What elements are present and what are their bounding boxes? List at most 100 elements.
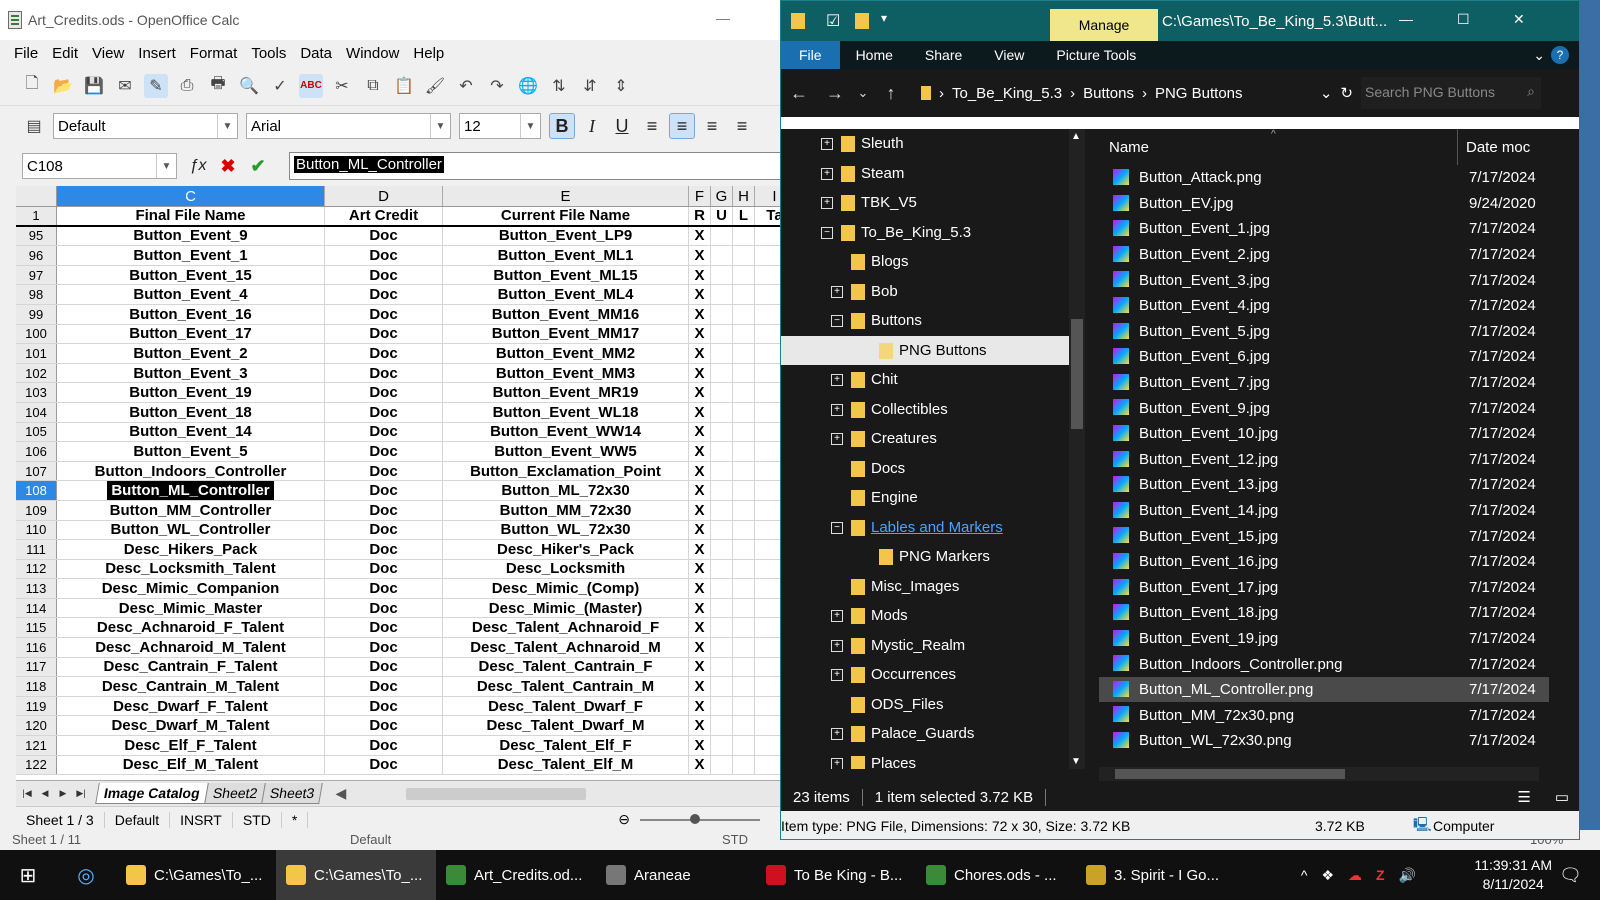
cell[interactable]: Button_ML_72x30: [443, 481, 689, 500]
tree-item[interactable]: + Palace_Guards: [781, 719, 1071, 749]
cell[interactable]: Desc_Dwarf_F_Talent: [57, 696, 325, 716]
cell[interactable]: Desc_Achnaroid_F_Talent: [57, 618, 325, 638]
row-number[interactable]: 119: [16, 696, 57, 716]
expand-icon[interactable]: +: [831, 757, 843, 769]
cell[interactable]: Doc: [325, 285, 443, 304]
cell[interactable]: Button_Event_16: [57, 304, 325, 324]
recent-locations-icon[interactable]: ⌄: [853, 85, 873, 101]
tree-item[interactable]: + Collectibles: [781, 395, 1071, 425]
help-icon[interactable]: ?: [1551, 46, 1569, 64]
expand-icon[interactable]: +: [821, 138, 833, 150]
cell[interactable]: Button_Event_9: [57, 226, 325, 246]
tree-item[interactable]: − Buttons: [781, 306, 1071, 336]
tree-item[interactable]: Blogs: [781, 247, 1071, 277]
ribbon-expand-icon[interactable]: ⌄: [1527, 47, 1551, 64]
menu-window[interactable]: Window: [339, 45, 406, 62]
cell[interactable]: [733, 716, 755, 736]
row-number[interactable]: 103: [16, 383, 57, 402]
tree-item[interactable]: Engine: [781, 483, 1071, 513]
menu-data[interactable]: Data: [293, 45, 339, 62]
cell[interactable]: X: [689, 246, 711, 265]
expand-icon[interactable]: +: [831, 374, 843, 386]
cell[interactable]: [711, 716, 733, 736]
cell[interactable]: Doc: [325, 402, 443, 422]
cell[interactable]: [733, 246, 755, 265]
notifications-icon[interactable]: 🗨: [1559, 865, 1582, 886]
cell[interactable]: Button_Event_2: [57, 344, 325, 363]
cell[interactable]: Doc: [325, 461, 443, 481]
tree-item[interactable]: + Chit: [781, 365, 1071, 395]
file-row[interactable]: Button_Event_12.jpg 7/17/2024: [1099, 447, 1549, 473]
tree-item[interactable]: + Mods: [781, 601, 1071, 631]
cell[interactable]: Button_Event_1: [57, 246, 325, 265]
cell[interactable]: [711, 540, 733, 559]
cell[interactable]: [711, 246, 733, 265]
sheet-tab-sheet2[interactable]: Sheet2: [203, 783, 266, 804]
menu-format[interactable]: Format: [183, 45, 245, 62]
cell[interactable]: X: [689, 579, 711, 598]
file-row[interactable]: Button_Event_15.jpg 7/17/2024: [1099, 523, 1549, 549]
cell[interactable]: Doc: [325, 657, 443, 677]
cell[interactable]: Button_Exclamation_Point: [443, 461, 689, 481]
details-view-icon[interactable]: ☰: [1505, 788, 1542, 806]
cell[interactable]: [711, 579, 733, 598]
cell[interactable]: Doc: [325, 696, 443, 716]
refresh-icon[interactable]: ↻: [1340, 84, 1353, 102]
file-row[interactable]: Button_Event_2.jpg 7/17/2024: [1099, 242, 1549, 268]
cell[interactable]: Doc: [325, 755, 443, 775]
cell[interactable]: Desc_Talent_Elf_F: [443, 736, 689, 755]
cell[interactable]: Doc: [325, 618, 443, 638]
file-row[interactable]: Button_Attack.png 7/17/2024: [1099, 165, 1549, 191]
collapse-icon[interactable]: −: [831, 521, 843, 534]
corner-cell[interactable]: [16, 186, 57, 206]
cell[interactable]: Doc: [325, 638, 443, 657]
cell[interactable]: Button_Event_MR19: [443, 383, 689, 402]
row-number[interactable]: 122: [16, 755, 57, 775]
cell[interactable]: [733, 402, 755, 422]
row-number[interactable]: 109: [16, 500, 57, 520]
cell[interactable]: X: [689, 481, 711, 500]
cell[interactable]: [733, 461, 755, 481]
file-row[interactable]: Button_Event_18.jpg 7/17/2024: [1099, 600, 1549, 626]
cell[interactable]: Button_Indoors_Controller: [57, 461, 325, 481]
file-row[interactable]: Button_Event_3.jpg 7/17/2024: [1099, 267, 1549, 293]
ribbon-tab-view[interactable]: View: [978, 47, 1040, 63]
cell[interactable]: Button_Event_5: [57, 442, 325, 461]
chevron-down-icon[interactable]: ▼: [156, 154, 176, 178]
cell[interactable]: Doc: [325, 520, 443, 540]
cell[interactable]: [733, 638, 755, 657]
cell[interactable]: X: [689, 422, 711, 442]
cell[interactable]: R: [689, 207, 711, 225]
cell[interactable]: Button_Event_4: [57, 285, 325, 304]
cut-icon[interactable]: ✂: [330, 74, 354, 98]
cell[interactable]: Desc_Cantrain_M_Talent: [57, 677, 325, 696]
navigation-pane[interactable]: + Sleuth + Steam + TBK_V5 − To_Be_King_5.3 Blogs…: [781, 129, 1071, 769]
cell[interactable]: Doc: [325, 383, 443, 402]
cell[interactable]: U: [711, 207, 733, 225]
cell[interactable]: [711, 304, 733, 324]
spellcheck-icon[interactable]: ✓: [268, 74, 292, 98]
column-header-c[interactable]: C: [57, 186, 325, 206]
cell[interactable]: Desc_Dwarf_M_Talent: [57, 716, 325, 736]
cell[interactable]: Desc_Mimic_Companion: [57, 579, 325, 598]
forward-icon[interactable]: →: [817, 83, 853, 104]
cell[interactable]: Desc_Talent_Dwarf_F: [443, 696, 689, 716]
collapse-icon[interactable]: −: [821, 226, 833, 239]
cell[interactable]: [711, 696, 733, 716]
cell[interactable]: [733, 304, 755, 324]
browser-icon[interactable]: ◎: [56, 850, 116, 900]
row-number[interactable]: 121: [16, 736, 57, 755]
taskbar-item[interactable]: To Be King - B...: [756, 850, 916, 900]
row-number[interactable]: 110: [16, 520, 57, 540]
cell[interactable]: [711, 638, 733, 657]
taskbar-item[interactable]: 3. Spirit - I Go...: [1076, 850, 1236, 900]
cell[interactable]: Button_Event_14: [57, 422, 325, 442]
cell[interactable]: Button_MM_72x30: [443, 500, 689, 520]
cell[interactable]: Desc_Talent_Achnaroid_M: [443, 638, 689, 657]
zoom-out-icon[interactable]: ⊖: [608, 811, 640, 828]
cell[interactable]: [711, 736, 733, 755]
menu-tools[interactable]: Tools: [244, 45, 293, 62]
cell[interactable]: Desc_Talent_Elf_M: [443, 755, 689, 775]
filezilla-icon[interactable]: Z: [1376, 867, 1385, 883]
cell[interactable]: [711, 481, 733, 500]
